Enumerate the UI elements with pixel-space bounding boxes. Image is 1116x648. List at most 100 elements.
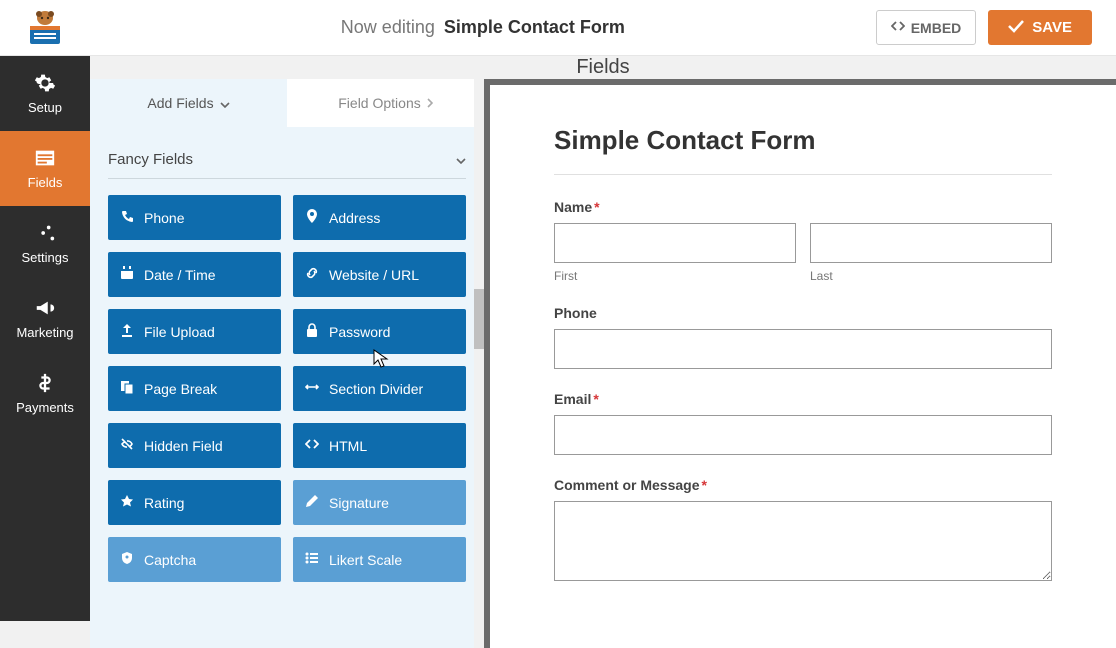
field-address[interactable]: Address [293,195,466,240]
lock-icon [305,323,319,340]
topbar: Now editing Simple Contact Form EMBED SA… [0,0,1116,56]
eye-off-icon [120,437,134,454]
divider [554,174,1052,175]
gear-icon [34,72,56,94]
form-title: Simple Contact Form [554,125,1052,156]
label-comment: Comment or Message* [554,477,1052,493]
nav-setup-label: Setup [28,100,62,115]
field-page-break[interactable]: Page Break [108,366,281,411]
chevron-right-icon [427,95,433,111]
nav-payments[interactable]: Payments [0,356,90,431]
field-captcha[interactable]: Captcha [108,537,281,582]
chevron-down-icon [456,151,466,168]
field-section-divider[interactable]: Section Divider [293,366,466,411]
save-label: SAVE [1032,19,1072,36]
bullhorn-icon [34,297,56,319]
page-title: Now editing Simple Contact Form [90,17,876,38]
input-first-name[interactable] [554,223,796,263]
field-signature[interactable]: Signature [293,480,466,525]
field-phone[interactable]: Phone [108,195,281,240]
tab-options-label: Field Options [338,95,420,111]
nav-marketing[interactable]: Marketing [0,281,90,356]
embed-label: EMBED [911,20,962,36]
required-mark: * [593,391,598,407]
field-html[interactable]: HTML [293,423,466,468]
code-icon [891,19,905,36]
link-icon [305,266,319,283]
save-button[interactable]: SAVE [988,10,1092,45]
panel-header: Fields [90,56,1116,79]
section-title: Fancy Fields [108,151,193,168]
field-label: Section Divider [329,381,423,397]
form-icon [34,147,56,169]
dollar-icon [34,372,56,394]
panel-scrollbar-track[interactable] [474,79,484,648]
field-file-upload[interactable]: File Upload [108,309,281,354]
field-label: File Upload [144,324,215,340]
label-email-text: Email [554,391,591,407]
tab-field-options[interactable]: Field Options [287,79,484,127]
sublabel-first: First [554,269,796,283]
field-password[interactable]: Password [293,309,466,354]
field-label: Rating [144,495,184,511]
app-logo[interactable] [0,10,90,46]
sidebar-nav: Setup Fields Settings Marketing Payments [0,56,90,621]
input-last-name[interactable] [810,223,1052,263]
tab-add-fields[interactable]: Add Fields [90,79,287,127]
hr-icon [305,380,319,397]
calendar-icon [120,266,134,283]
label-comment-text: Comment or Message [554,477,699,493]
label-email: Email* [554,391,1052,407]
field-label: Page Break [144,381,217,397]
field-label: Phone [144,210,184,226]
field-label: Signature [329,495,389,511]
field-label: Password [329,324,390,340]
nav-payments-label: Payments [16,400,74,415]
field-label: Likert Scale [329,552,402,568]
fields-panel: Add Fields Field Options Fancy Fields Ph… [90,79,484,648]
input-phone[interactable] [554,329,1052,369]
label-name: Name* [554,199,1052,215]
input-comment[interactable] [554,501,1052,581]
sublabel-last: Last [810,269,1052,283]
input-email[interactable] [554,415,1052,455]
nav-fields-label: Fields [28,175,63,190]
required-mark: * [701,477,706,493]
upload-icon [120,323,134,340]
check-icon [1008,19,1024,37]
pin-icon [305,209,319,226]
editing-label: Now editing [341,17,435,37]
embed-button[interactable]: EMBED [876,10,977,45]
label-phone: Phone [554,305,1052,321]
shield-icon [120,551,134,568]
field-label: Hidden Field [144,438,223,454]
field-rating[interactable]: Rating [108,480,281,525]
field-date-time[interactable]: Date / Time [108,252,281,297]
chevron-down-icon [220,95,230,111]
field-label: Website / URL [329,267,419,283]
field-website-url[interactable]: Website / URL [293,252,466,297]
field-hidden-field[interactable]: Hidden Field [108,423,281,468]
field-label: Address [329,210,380,226]
nav-fields[interactable]: Fields [0,131,90,206]
required-mark: * [594,199,599,215]
section-fancy-fields[interactable]: Fancy Fields [108,141,466,179]
tab-add-label: Add Fields [147,95,213,111]
nav-settings-label: Settings [22,250,69,265]
nav-setup[interactable]: Setup [0,56,90,131]
list-icon [305,551,319,568]
field-likert-scale[interactable]: Likert Scale [293,537,466,582]
preview-wrap: Simple Contact Form Name* First Last [484,79,1116,648]
pencil-icon [305,494,319,511]
form-name-title: Simple Contact Form [444,17,625,37]
field-label: Captcha [144,552,196,568]
sliders-icon [34,222,56,244]
files-icon [120,380,134,397]
star-icon [120,494,134,511]
nav-settings[interactable]: Settings [0,206,90,281]
form-preview[interactable]: Simple Contact Form Name* First Last [490,85,1116,648]
field-label: HTML [329,438,367,454]
panel-scrollbar-thumb[interactable] [474,289,484,349]
phone-icon [120,209,134,226]
label-name-text: Name [554,199,592,215]
